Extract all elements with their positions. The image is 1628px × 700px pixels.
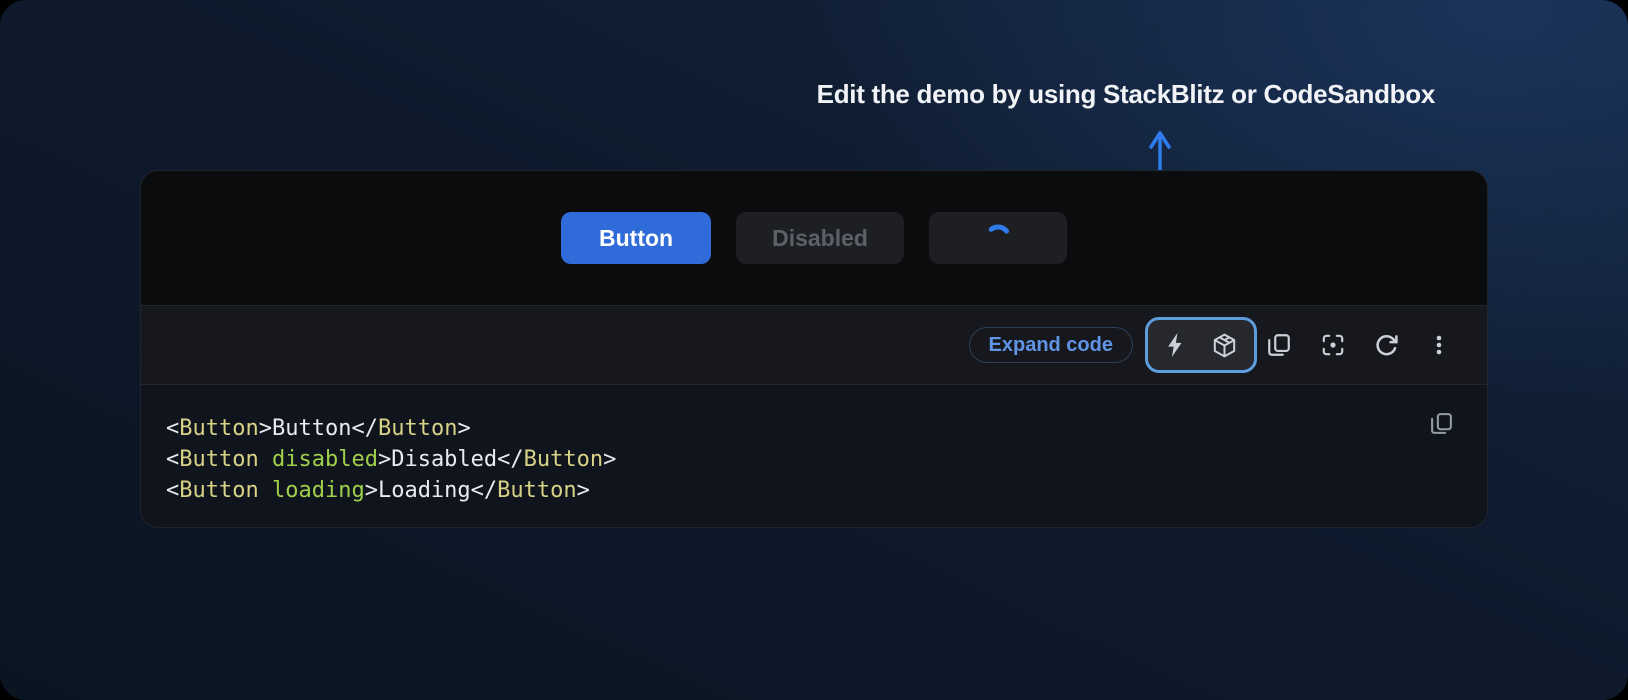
demo-button-loading[interactable] [929, 212, 1067, 264]
demo-preview: Button Disabled [141, 171, 1487, 305]
demo-button-disabled[interactable]: Disabled [736, 212, 904, 264]
expand-code-button[interactable]: Expand code [969, 327, 1133, 363]
code-line: <Button loading>Loading</Button> [166, 475, 1487, 506]
copy-icon [1429, 411, 1454, 436]
code-listing: <Button>Button</Button><Button disabled>… [166, 413, 1487, 506]
code-block: <Button>Button</Button><Button disabled>… [141, 385, 1487, 527]
kebab-menu-icon [1427, 333, 1451, 357]
code-line: <Button>Button</Button> [166, 413, 1487, 444]
codesandbox-button[interactable] [1211, 332, 1238, 359]
stackblitz-button[interactable] [1165, 332, 1187, 358]
page-background: Edit the demo by using StackBlitz or Cod… [0, 0, 1628, 700]
toolbar-icon-row [1266, 332, 1451, 358]
copy-icon [1266, 332, 1292, 358]
refresh-icon [1374, 333, 1399, 358]
code-line: <Button disabled>Disabled</Button> [166, 444, 1487, 475]
demo-button-primary[interactable]: Button [561, 212, 711, 264]
lightning-icon [1165, 332, 1187, 358]
copy-code-button[interactable] [1266, 332, 1292, 358]
sandbox-actions-group [1145, 317, 1257, 373]
code-copy-button[interactable] [1429, 411, 1454, 439]
more-actions-button[interactable] [1427, 333, 1451, 357]
loading-spinner-icon [984, 224, 1012, 252]
refresh-demo-button[interactable] [1374, 333, 1399, 358]
capture-icon [1320, 332, 1346, 358]
codesandbox-cube-icon [1211, 332, 1238, 359]
annotation-label: Edit the demo by using StackBlitz or Cod… [817, 79, 1435, 110]
demo-card: Button Disabled Expand code [140, 170, 1488, 528]
capture-demo-button[interactable] [1320, 332, 1346, 358]
demo-toolbar: Expand code [141, 305, 1487, 385]
